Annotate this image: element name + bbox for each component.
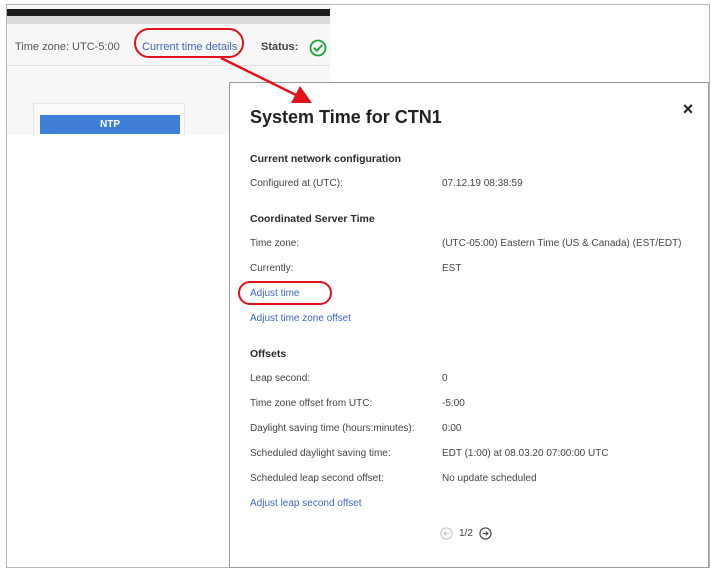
- pagination: 1/2: [440, 527, 492, 540]
- adjust-time-zone-offset-link[interactable]: Adjust time zone offset: [250, 313, 351, 324]
- timezone-text: Time zone: UTC-5:00: [15, 41, 120, 53]
- status-ok-icon: [309, 39, 327, 57]
- scheduled-leap-label: Scheduled leap second offset:: [250, 473, 384, 484]
- currently-value: EST: [442, 263, 462, 274]
- section-heading-offsets: Offsets: [250, 348, 287, 360]
- scheduled-dst-value: EDT (1:00) at 08.03.20 07:00:00 UTC: [442, 448, 609, 459]
- system-time-dialog: System Time for CTN1 × Current network c…: [229, 82, 709, 568]
- dialog-title: System Time for CTN1: [250, 107, 442, 127]
- scheduled-leap-value: No update scheduled: [442, 473, 537, 484]
- page-indicator: 1/2: [459, 528, 473, 539]
- section-heading-network: Current network configuration: [250, 153, 402, 165]
- dst-value: 0:00: [442, 423, 462, 434]
- configured-at-value: 07.12.19 08:38:59: [442, 178, 523, 189]
- callout-highlight-oval: [134, 28, 244, 58]
- tz-offset-value: -5:00: [442, 398, 465, 409]
- configured-at-label: Configured at (UTC):: [250, 178, 343, 189]
- next-page-icon[interactable]: [479, 527, 492, 540]
- time-zone-label: Time zone:: [250, 238, 300, 249]
- leap-second-label: Leap second:: [250, 373, 311, 384]
- currently-label: Currently:: [250, 263, 294, 274]
- section-heading-cst: Coordinated Server Time: [250, 213, 375, 225]
- dst-label: Daylight saving time (hours:minutes):: [250, 423, 415, 434]
- adjust-leap-second-offset-link[interactable]: Adjust leap second offset: [250, 498, 362, 509]
- adjust-time-highlight-oval: [238, 281, 332, 305]
- time-zone-value: (UTC-05:00) Eastern Time (US & Canada) (…: [442, 238, 682, 249]
- toolbar-divider: [7, 65, 330, 66]
- previous-page-icon[interactable]: [440, 527, 453, 540]
- window-top-bar: [7, 9, 330, 16]
- window-tab-strip: [7, 16, 330, 24]
- tz-offset-label: Time zone offset from UTC:: [250, 398, 373, 409]
- status-label: Status:: [261, 41, 299, 53]
- close-button[interactable]: ×: [678, 99, 698, 119]
- ntp-button[interactable]: NTP: [40, 115, 180, 134]
- scheduled-dst-label: Scheduled daylight saving time:: [250, 448, 391, 459]
- leap-second-value: 0: [442, 373, 448, 384]
